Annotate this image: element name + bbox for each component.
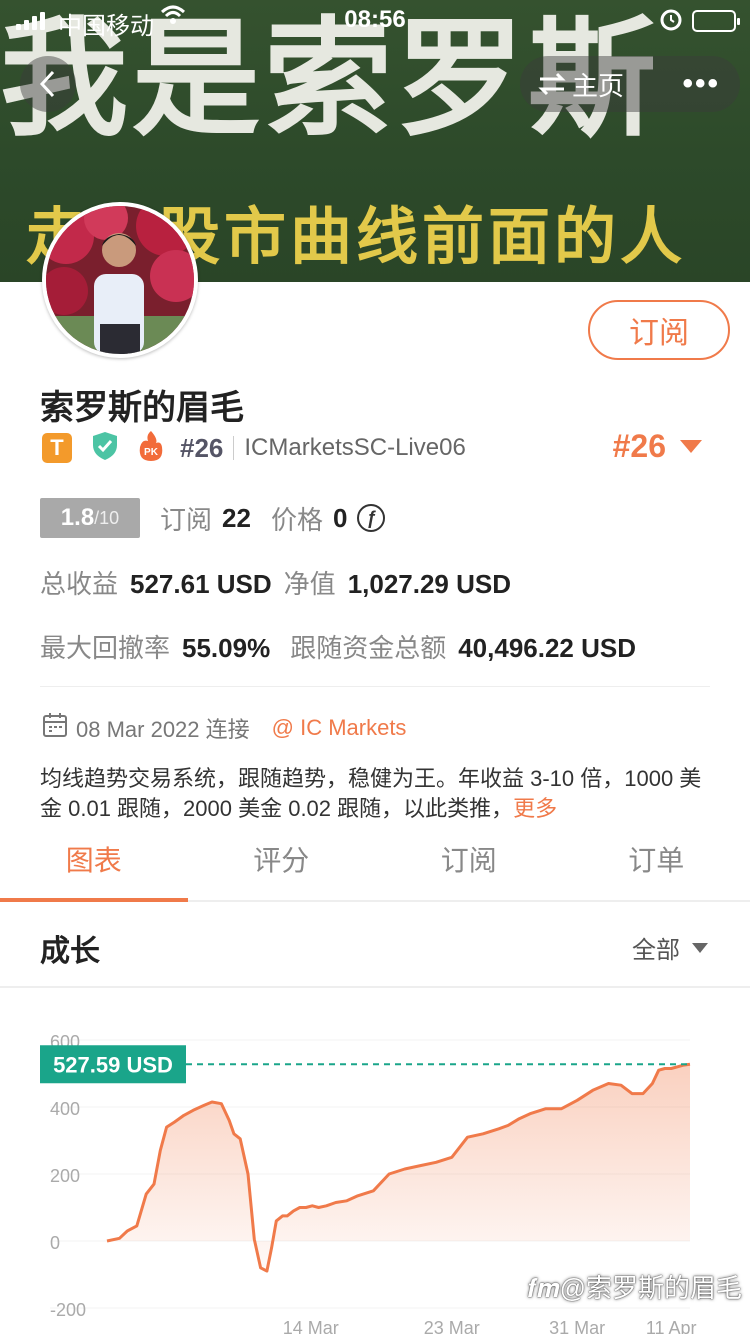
back-button[interactable]: [20, 56, 76, 112]
total-profit-value: 527.61 USD: [130, 569, 272, 599]
description-text: 均线趋势交易系统，跟随趋势，稳健为王。年收益 3-10 倍，1000 美金 0.…: [40, 766, 702, 821]
range-filter-label: 全部: [632, 937, 680, 964]
subscribe-button[interactable]: 订阅: [588, 300, 730, 360]
badge-divider: [233, 436, 235, 460]
follow-funds-label: 跟随资金总额: [290, 633, 447, 663]
score-value: 1.8: [60, 504, 95, 531]
badge-row: T PK #26 ICMarketsSC-Live06: [42, 430, 466, 466]
rank-big-label: #26: [612, 428, 666, 464]
y-tick-label: 200: [50, 1166, 80, 1186]
account-name: ICMarketsSC-Live06: [244, 434, 466, 461]
rank-small: #26: [180, 432, 224, 463]
y-tick-label: 400: [50, 1099, 80, 1119]
tab-bar: 图表 评分 订阅 订单: [0, 836, 750, 902]
subscriptions-value: 22: [222, 502, 251, 533]
score-badge: 1.8/10: [40, 498, 140, 538]
chevron-left-icon: [39, 70, 55, 98]
pk-flame-icon: PK: [136, 429, 166, 468]
tab-subscribe[interactable]: 订阅: [375, 836, 563, 900]
y-tick-label: -200: [50, 1300, 86, 1320]
rank-dropdown[interactable]: #26: [613, 428, 702, 465]
score-max: /10: [94, 507, 120, 528]
shield-check-icon: [90, 430, 120, 467]
connect-row: 08 Mar 2022 连接 @ IC Markets: [42, 712, 406, 744]
avatar[interactable]: [42, 202, 198, 358]
growth-title: 成长: [40, 935, 100, 968]
equity-label: 净值: [283, 569, 336, 599]
y-tick-label: 0: [50, 1233, 60, 1253]
x-tick-label: 14 Mar: [283, 1318, 339, 1334]
max-drawdown-label: 最大回撤率: [40, 633, 171, 663]
range-filter[interactable]: 全部: [632, 930, 708, 965]
switch-icon[interactable]: [538, 72, 566, 96]
more-icon[interactable]: •••: [682, 67, 720, 101]
drawdown-row: 最大回撤率 55.09% 跟随资金总额 40,496.22 USD: [40, 628, 636, 665]
max-drawdown-value: 55.09%: [182, 633, 271, 663]
follow-funds-value: 40,496.22 USD: [458, 633, 637, 663]
tab-rating[interactable]: 评分: [188, 836, 376, 900]
nav-actions: 主页 •••: [520, 56, 740, 112]
watermark-text: 𝒇𝒎@索罗斯的眉毛: [527, 1273, 742, 1303]
growth-header: 成长 全部: [0, 902, 750, 988]
connect-date: 08 Mar 2022 连接: [76, 717, 250, 742]
description: 均线趋势交易系统，跟随趋势，稳健为王。年收益 3-10 倍，1000 美金 0.…: [40, 764, 720, 824]
status-bar: 中国移动 08:56: [0, 0, 750, 40]
pk-badge-label: PK: [144, 447, 159, 458]
battery-icon: [692, 10, 740, 32]
price-value: 0: [332, 502, 348, 533]
profit-row: 总收益 527.61 USD 净值 1,027.29 USD: [40, 564, 511, 601]
coin-icon: ƒ: [357, 504, 386, 532]
divider: [40, 686, 710, 687]
profile-name: 索罗斯的眉毛: [40, 389, 244, 427]
caret-down-icon: [692, 942, 708, 953]
more-link[interactable]: 更多: [513, 796, 557, 821]
equity-value: 1,027.29 USD: [347, 569, 512, 599]
caret-down-icon: [680, 440, 702, 453]
x-tick-label: 31 Mar: [549, 1318, 605, 1334]
broker-link[interactable]: @ IC Markets: [272, 715, 407, 741]
tab-chart[interactable]: 图表: [0, 836, 188, 902]
home-link[interactable]: 主页: [572, 66, 624, 103]
trader-badge-icon: T: [42, 433, 72, 463]
tab-orders[interactable]: 订单: [563, 836, 750, 900]
clock: 08:56: [344, 6, 406, 33]
calendar-icon: [42, 712, 68, 744]
watermark: 𝒇𝒎@索罗斯的眉毛: [527, 1268, 742, 1305]
series-area: [107, 1064, 690, 1272]
subscriptions-label: 订阅: [160, 504, 213, 535]
total-profit-label: 总收益: [40, 569, 119, 599]
x-tick-label: 11 Apr: [646, 1318, 697, 1334]
current-value-label: 527.59 USD: [53, 1052, 173, 1077]
alarm-icon: [658, 4, 684, 41]
x-tick-label: 23 Mar: [424, 1318, 480, 1334]
score-row: 1.8/10 订阅 22 价格 0 ƒ: [40, 498, 386, 538]
price-label: 价格: [270, 504, 323, 535]
